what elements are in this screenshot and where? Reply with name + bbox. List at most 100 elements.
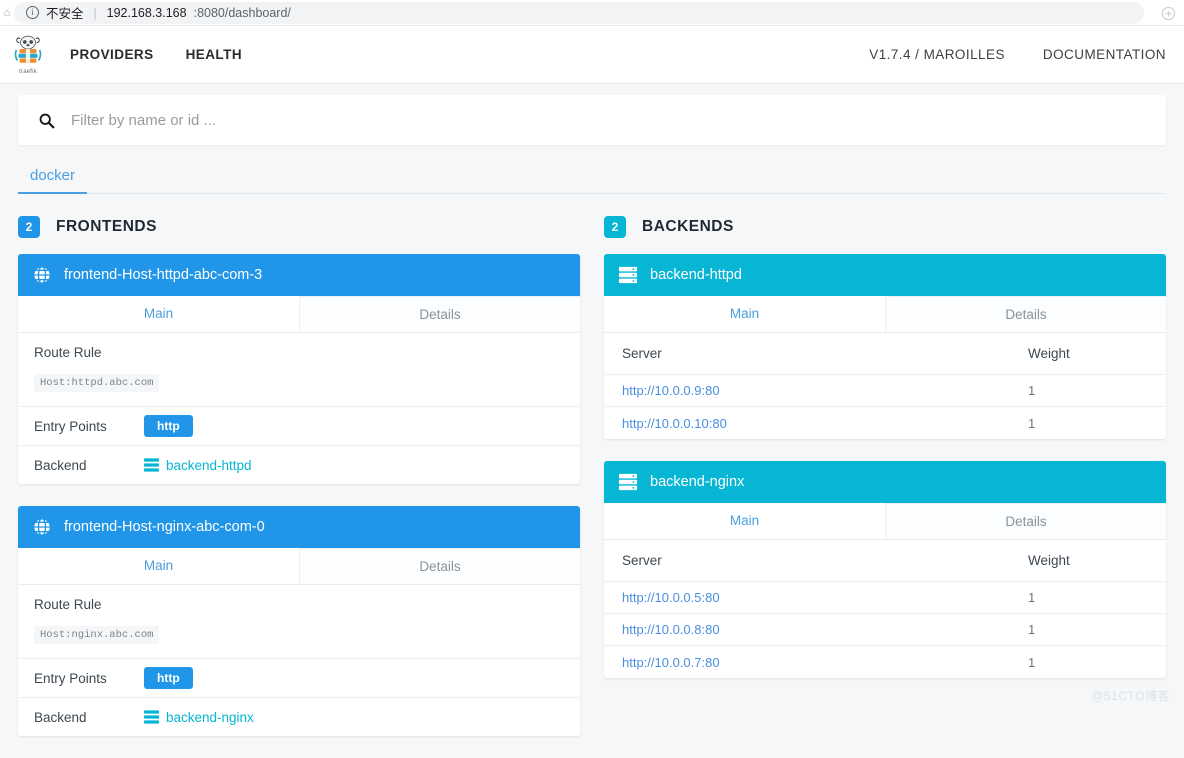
entry-points-row: Entry Points http bbox=[18, 659, 580, 698]
table-header-row: Server Weight bbox=[604, 333, 1166, 375]
search-box[interactable] bbox=[18, 95, 1166, 145]
backend-label: Backend bbox=[34, 709, 87, 725]
tab-details[interactable]: Details bbox=[299, 548, 580, 584]
frontend-name: frontend-Host-nginx-abc-com-0 bbox=[64, 519, 265, 535]
search-section bbox=[0, 84, 1184, 145]
nav-item-documentation[interactable]: DOCUMENTATION bbox=[1043, 47, 1166, 62]
app-navbar: traefik PROVIDERS HEALTH V1.7.4 / MAROIL… bbox=[0, 26, 1184, 84]
frontend-card: frontend-Host-httpd-abc-com-3 Main Detai… bbox=[18, 254, 580, 484]
browser-tab-stub[interactable]: ⌂ bbox=[0, 0, 14, 26]
server-url-link[interactable]: http://10.0.0.10:80 bbox=[622, 416, 727, 431]
server-weight: 1 bbox=[1028, 654, 1036, 670]
tab-details[interactable]: Details bbox=[299, 296, 580, 332]
server-url-link[interactable]: http://10.0.0.9:80 bbox=[622, 383, 720, 398]
frontends-column: 2 FRONTENDS frontend-Host-httpd-abc-com-… bbox=[18, 216, 580, 758]
url-divider: | bbox=[93, 5, 97, 20]
backends-column: 2 BACKENDS backend-httpd Main Details Se… bbox=[604, 216, 1166, 758]
main-content: 2 FRONTENDS frontend-Host-httpd-abc-com-… bbox=[0, 216, 1184, 758]
table-row: http://10.0.0.5:80 1 bbox=[604, 582, 1166, 614]
backend-link-text: backend-httpd bbox=[166, 457, 252, 473]
frontend-tabs: Main Details bbox=[18, 296, 580, 333]
traefik-logo[interactable]: traefik bbox=[8, 32, 48, 78]
backends-header: 2 BACKENDS bbox=[604, 216, 1166, 238]
backend-link[interactable]: backend-nginx bbox=[144, 710, 254, 725]
server-weight: 1 bbox=[1028, 383, 1036, 398]
nav-item-version[interactable]: V1.7.4 / MAROILLES bbox=[869, 47, 1005, 62]
route-rule-value: Host:nginx.abc.com bbox=[34, 626, 160, 644]
tab-main[interactable]: Main bbox=[604, 503, 885, 539]
globe-icon bbox=[33, 266, 51, 284]
table-row: http://10.0.0.8:80 1 bbox=[604, 614, 1166, 646]
entry-point-chip[interactable]: http bbox=[144, 415, 193, 437]
backend-card-header: backend-httpd bbox=[604, 254, 1166, 296]
address-bar[interactable]: i 不安全 | 192.168.3.168:8080/dashboard/ bbox=[14, 1, 1144, 24]
provider-tab-docker[interactable]: docker bbox=[18, 163, 88, 194]
route-rule-label: Route Rule bbox=[34, 597, 102, 612]
server-weight: 1 bbox=[1028, 415, 1036, 431]
table-header-row: Server Weight bbox=[604, 540, 1166, 582]
backends-title: BACKENDS bbox=[642, 218, 734, 235]
tab-main[interactable]: Main bbox=[604, 296, 885, 332]
frontend-name: frontend-Host-httpd-abc-com-3 bbox=[64, 267, 263, 283]
route-rule-value: Host:httpd.abc.com bbox=[34, 374, 160, 392]
backend-card: backend-nginx Main Details Server Weight… bbox=[604, 461, 1166, 678]
nav-item-health[interactable]: HEALTH bbox=[186, 47, 242, 62]
backend-tabs: Main Details bbox=[604, 296, 1166, 333]
browser-toolbar: ⌂ i 不安全 | 192.168.3.168:8080/dashboard/ bbox=[0, 0, 1184, 26]
tab-details[interactable]: Details bbox=[885, 296, 1166, 332]
server-weight: 1 bbox=[1028, 590, 1036, 605]
search-input[interactable] bbox=[69, 110, 1146, 130]
backend-name: backend-nginx bbox=[650, 474, 745, 490]
col-header-server: Server bbox=[622, 346, 662, 361]
servers-table: Server Weight http://10.0.0.5:80 1 http:… bbox=[604, 540, 1166, 678]
tab-main[interactable]: Main bbox=[18, 296, 299, 332]
servers-table: Server Weight http://10.0.0.9:80 1 http:… bbox=[604, 333, 1166, 439]
backend-label: Backend bbox=[34, 457, 87, 473]
server-stack-icon bbox=[144, 710, 159, 724]
backend-link[interactable]: backend-httpd bbox=[144, 458, 252, 473]
nav-links-right: V1.7.4 / MAROILLES DOCUMENTATION bbox=[869, 47, 1166, 62]
site-info-icon[interactable]: i bbox=[26, 6, 39, 19]
backend-row: Backend backend-httpd bbox=[18, 446, 580, 484]
frontend-tabs: Main Details bbox=[18, 548, 580, 585]
frontend-card-header: frontend-Host-nginx-abc-com-0 bbox=[18, 506, 580, 548]
entry-points-label: Entry Points bbox=[34, 418, 107, 434]
frontend-card: frontend-Host-nginx-abc-com-0 Main Detai… bbox=[18, 506, 580, 736]
frontend-card-header: frontend-Host-httpd-abc-com-3 bbox=[18, 254, 580, 296]
backend-link-text: backend-nginx bbox=[166, 709, 254, 725]
backend-name: backend-httpd bbox=[650, 267, 742, 283]
server-stack-icon bbox=[618, 473, 638, 491]
server-weight: 1 bbox=[1028, 622, 1036, 637]
route-rule-block: Route Rule Host:httpd.abc.com bbox=[18, 333, 580, 407]
backend-card: backend-httpd Main Details Server Weight… bbox=[604, 254, 1166, 439]
tab-details[interactable]: Details bbox=[885, 503, 1166, 539]
server-url-link[interactable]: http://10.0.0.8:80 bbox=[622, 622, 720, 637]
globe-icon bbox=[33, 518, 51, 536]
browser-extension-icon[interactable] bbox=[1158, 3, 1178, 23]
backend-row: Backend backend-nginx bbox=[18, 698, 580, 736]
plus-circle-icon bbox=[1161, 6, 1175, 20]
tab-main[interactable]: Main bbox=[18, 548, 299, 584]
logo-wordmark: traefik bbox=[19, 69, 37, 75]
server-stack-icon bbox=[618, 266, 638, 284]
col-header-server: Server bbox=[622, 553, 662, 568]
backends-count-badge: 2 bbox=[604, 216, 626, 238]
frontends-header: 2 FRONTENDS bbox=[18, 216, 580, 238]
backend-card-header: backend-nginx bbox=[604, 461, 1166, 503]
table-row: http://10.0.0.10:80 1 bbox=[604, 407, 1166, 439]
server-url-link[interactable]: http://10.0.0.7:80 bbox=[622, 655, 720, 670]
nav-item-providers[interactable]: PROVIDERS bbox=[70, 47, 154, 62]
nav-links-left: PROVIDERS HEALTH bbox=[70, 47, 242, 62]
entry-point-chip[interactable]: http bbox=[144, 667, 193, 689]
watermark: @51CTO博客 bbox=[1091, 689, 1170, 703]
backend-tabs: Main Details bbox=[604, 503, 1166, 540]
col-header-weight: Weight bbox=[1028, 553, 1070, 568]
provider-tabs: docker bbox=[18, 163, 1166, 194]
server-stack-icon bbox=[144, 458, 159, 472]
url-host: 192.168.3.168 bbox=[106, 5, 187, 20]
entry-points-row: Entry Points http bbox=[18, 407, 580, 446]
server-url-link[interactable]: http://10.0.0.5:80 bbox=[622, 590, 720, 605]
frontends-title: FRONTENDS bbox=[56, 218, 157, 235]
security-label: 不安全 bbox=[46, 7, 84, 21]
entry-points-label: Entry Points bbox=[34, 670, 107, 686]
